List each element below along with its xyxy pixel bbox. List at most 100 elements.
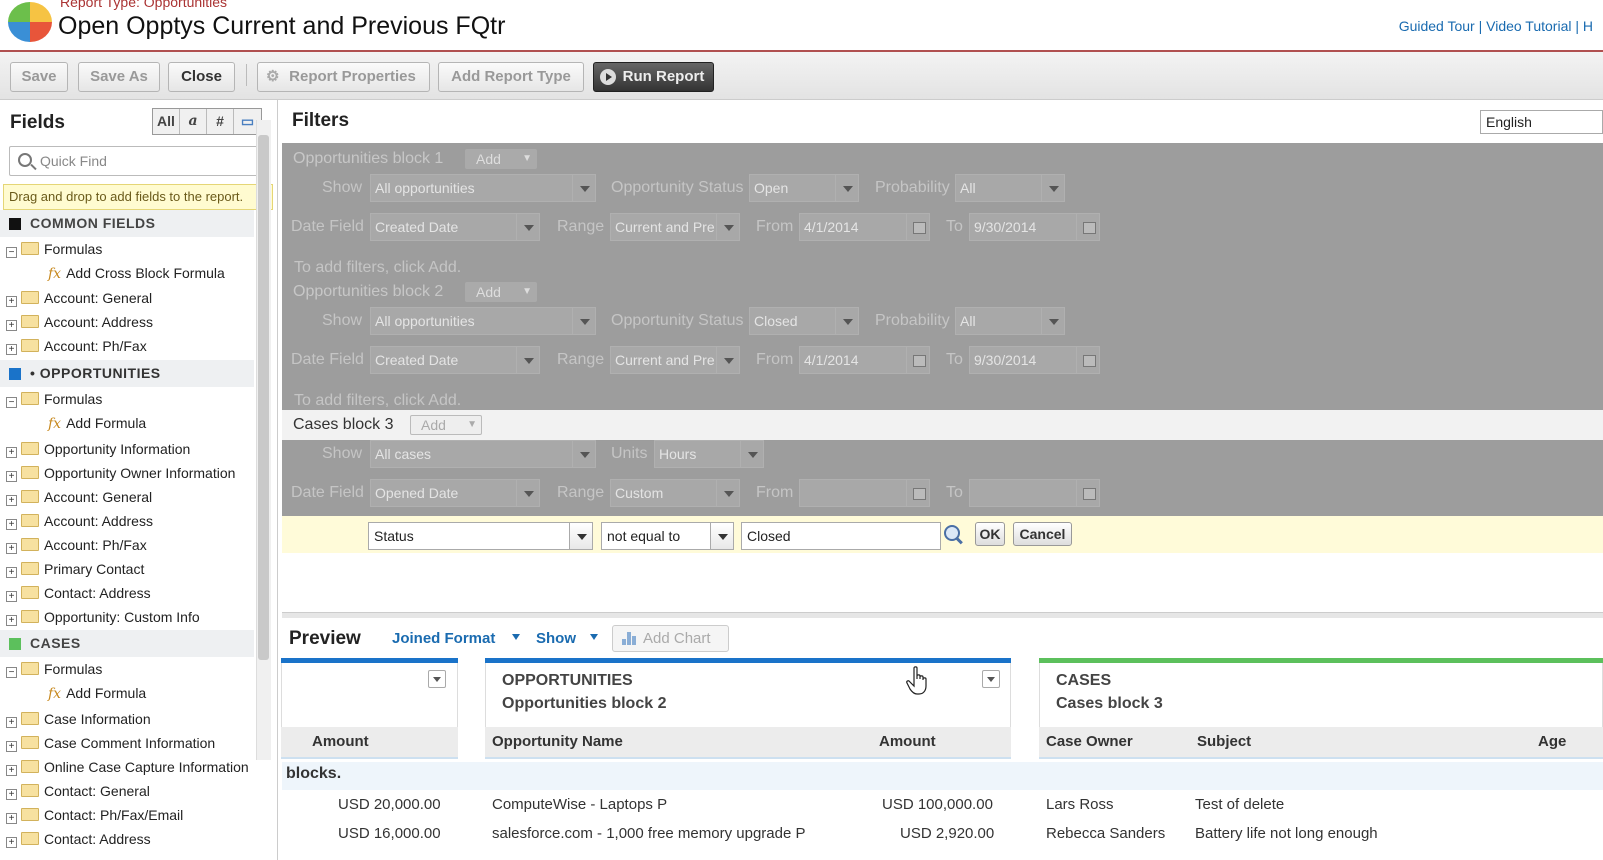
tree-folder-opportunity-information[interactable]: + Opportunity Information [6, 438, 190, 460]
tree-folder-formulas[interactable]: − Formulas [6, 238, 102, 260]
date-field-arrow[interactable] [516, 346, 540, 374]
tree-folder-account-general[interactable]: + Account: General [6, 486, 152, 508]
tree-folder-formulas[interactable]: − Formulas [6, 658, 102, 680]
report-properties-button[interactable]: ⚙ Report Properties [257, 62, 430, 92]
tree-folder-account-address[interactable]: + Account: Address [6, 510, 153, 532]
show-select-arrow[interactable] [572, 440, 596, 468]
column-header-age[interactable]: Age [1532, 727, 1603, 759]
tree-folder-opportunity-owner[interactable]: + Opportunity Owner Information [6, 462, 235, 484]
table-cell[interactable]: salesforce.com - 1,000 free memory upgra… [492, 825, 805, 842]
tree-folder-opportunity-custom-info[interactable]: + Opportunity: Custom Info [6, 606, 200, 628]
tree-folder-primary-contact[interactable]: + Primary Contact [6, 558, 144, 580]
probability-select-arrow[interactable] [1041, 174, 1065, 202]
show-dropdown[interactable]: Show [536, 630, 576, 647]
status-select-arrow[interactable] [835, 174, 859, 202]
expand-icon[interactable]: + [6, 519, 17, 530]
lookup-icon[interactable] [943, 524, 965, 546]
section-common-fields[interactable]: COMMON FIELDS [0, 210, 254, 237]
collapse-icon[interactable]: − [6, 247, 17, 258]
tree-folder-case-information[interactable]: + Case Information [6, 708, 151, 730]
expand-icon[interactable]: + [6, 447, 17, 458]
save-as-button[interactable]: Save As [78, 62, 160, 92]
tree-folder-account-general[interactable]: + Account: General [6, 287, 152, 309]
expand-icon[interactable]: + [6, 741, 17, 752]
tree-folder-account-phfax[interactable]: + Account: Ph/Fax [6, 534, 147, 556]
block-menu-dropdown[interactable] [982, 670, 1000, 688]
expand-icon[interactable]: + [6, 567, 17, 578]
tree-folder-contact-address[interactable]: + Contact: Address [6, 828, 151, 850]
save-button[interactable]: Save [10, 62, 68, 92]
to-date-input[interactable]: 9/30/2014 [969, 213, 1078, 241]
calendar-icon[interactable] [1076, 479, 1100, 507]
opportunity-status-select[interactable]: Closed [749, 307, 837, 335]
column-header-opportunity-name[interactable]: Opportunity Name [485, 727, 873, 759]
show-select-arrow[interactable] [572, 307, 596, 335]
add-filter-dropdown[interactable]: Add ▼ [465, 149, 537, 169]
calendar-icon[interactable] [906, 479, 930, 507]
filter-operator-arrow[interactable] [710, 522, 734, 550]
block-menu-dropdown[interactable] [428, 670, 446, 688]
tree-item-add-formula[interactable]: fx Add Formula [48, 682, 146, 704]
column-header-subject[interactable]: Subject [1187, 727, 1532, 759]
show-select[interactable]: All opportunities [370, 174, 574, 202]
section-cases[interactable]: CASES [0, 630, 254, 657]
expand-icon[interactable]: + [6, 344, 17, 355]
expand-icon[interactable]: + [6, 765, 17, 776]
column-header-case-owner[interactable]: Case Owner [1039, 727, 1187, 759]
ok-button[interactable]: OK [975, 522, 1005, 546]
tree-folder-formulas[interactable]: − Formulas [6, 388, 102, 410]
add-filter-dropdown[interactable]: Add ▼ [410, 415, 482, 435]
probability-select[interactable]: All [955, 174, 1043, 202]
tree-folder-contact-address[interactable]: + Contact: Address [6, 582, 151, 604]
range-select[interactable]: Current and Pre [610, 346, 718, 374]
run-report-button[interactable]: Run Report [593, 62, 714, 92]
add-filter-dropdown[interactable]: Add ▼ [465, 282, 537, 302]
show-select-arrow[interactable] [572, 174, 596, 202]
column-header-amount[interactable]: Amount [281, 727, 458, 759]
filter-value-input[interactable]: Closed [741, 522, 941, 550]
to-date-input[interactable] [969, 479, 1078, 507]
fields-scroll-thumb[interactable] [258, 135, 269, 660]
expand-icon[interactable]: + [6, 543, 17, 554]
column-header-amount-2[interactable]: Amount [873, 727, 1011, 759]
language-select[interactable]: English [1480, 110, 1603, 134]
from-date-input[interactable]: 4/1/2014 [799, 213, 908, 241]
status-select-arrow[interactable] [835, 307, 859, 335]
tree-item-add-cross-block-formula[interactable]: fx Add Cross Block Formula [48, 262, 225, 284]
filter-field-arrow[interactable] [569, 522, 593, 550]
filter-operator-select[interactable]: not equal to [601, 522, 711, 550]
filter-field-select[interactable]: Status [368, 522, 570, 550]
range-select-arrow[interactable] [716, 213, 740, 241]
add-report-type-button[interactable]: Add Report Type [438, 62, 584, 92]
date-field-arrow[interactable] [516, 213, 540, 241]
range-select[interactable]: Current and Pre [610, 213, 718, 241]
section-opportunities[interactable]: • OPPORTUNITIES [0, 360, 254, 387]
close-button[interactable]: Close [168, 62, 235, 92]
show-select[interactable]: All opportunities [370, 307, 574, 335]
expand-icon[interactable]: + [6, 789, 17, 800]
quick-find-input[interactable]: Quick Find [9, 146, 267, 176]
collapse-icon[interactable]: − [6, 397, 17, 408]
tree-folder-contact-phfax-email[interactable]: + Contact: Ph/Fax/Email [6, 804, 183, 826]
opportunity-status-select[interactable]: Open [749, 174, 837, 202]
tree-folder-case-comment[interactable]: + Case Comment Information [6, 732, 215, 754]
calendar-icon[interactable] [1076, 213, 1100, 241]
units-select-arrow[interactable] [740, 440, 764, 468]
expand-icon[interactable]: + [6, 320, 17, 331]
chevron-down-icon[interactable] [590, 634, 598, 640]
date-field-select[interactable]: Created Date [370, 213, 518, 241]
range-select-arrow[interactable] [716, 479, 740, 507]
chevron-down-icon[interactable] [512, 634, 520, 640]
tree-folder-contact-general[interactable]: + Contact: General [6, 780, 150, 802]
to-date-input[interactable]: 9/30/2014 [969, 346, 1078, 374]
expand-icon[interactable]: + [6, 813, 17, 824]
toggle-text[interactable]: a [180, 109, 207, 134]
tree-folder-account-address[interactable]: + Account: Address [6, 311, 153, 333]
date-field-arrow[interactable] [516, 479, 540, 507]
from-date-input[interactable]: 4/1/2014 [799, 346, 908, 374]
show-select[interactable]: All cases [370, 440, 574, 468]
calendar-icon[interactable] [1076, 346, 1100, 374]
format-dropdown[interactable]: Joined Format [392, 630, 495, 647]
from-date-input[interactable] [799, 479, 908, 507]
range-select[interactable]: Custom [610, 479, 718, 507]
